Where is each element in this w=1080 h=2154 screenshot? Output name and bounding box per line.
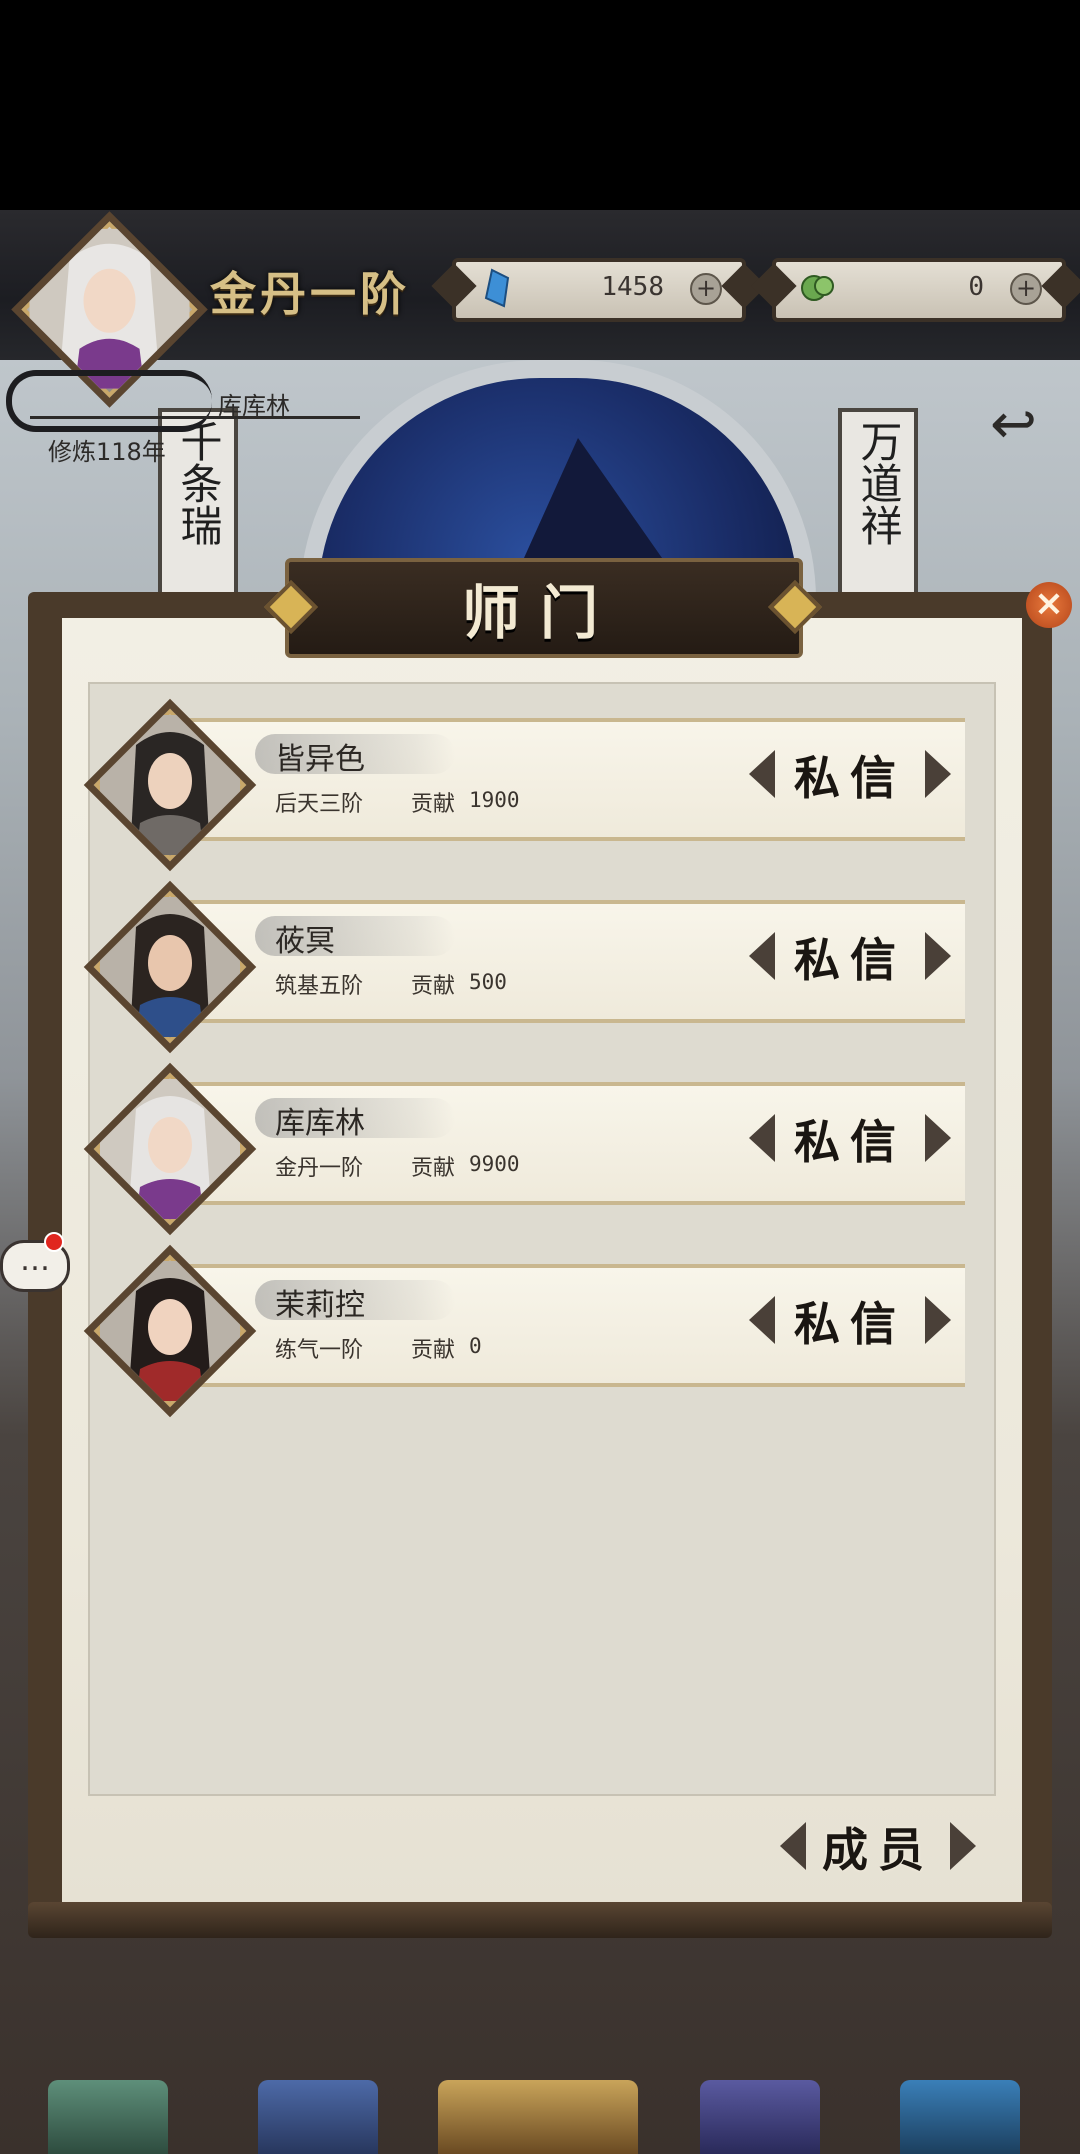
member-name: 茉莉控 [275, 1288, 365, 1323]
private-message-button[interactable]: 私信 [749, 1106, 951, 1169]
private-message-label: 私信 [794, 1297, 906, 1351]
nav-spirit-icon[interactable] [700, 2080, 820, 2154]
right-chevron-icon [950, 1822, 976, 1870]
contribution-label: 贡献 [411, 974, 456, 999]
jade-resource-bar: 0 + [772, 258, 1066, 322]
private-message-button[interactable]: 私信 [749, 924, 951, 987]
right-couplet-scroll: 万道祥 [838, 408, 918, 614]
right-chevron-icon [925, 750, 951, 798]
left-chevron-icon [780, 1822, 806, 1870]
left-chevron-icon [749, 1296, 775, 1344]
right-chevron-icon [925, 932, 951, 980]
scroll-bottom-rod [28, 1902, 1052, 1938]
contribution-label: 贡献 [411, 1338, 456, 1363]
name-divider [30, 416, 360, 419]
member-row: 皆异色 后天三阶 贡献 1900 私信 [83, 698, 975, 872]
private-message-label: 私信 [794, 1115, 906, 1169]
add-jade-button[interactable]: + [1010, 273, 1042, 305]
member-rank: 后天三阶 [275, 792, 364, 817]
member-name: 库库林 [275, 1106, 365, 1141]
left-chevron-icon [749, 750, 775, 798]
member-row: 莜冥 筑基五阶 贡献 500 私信 [83, 880, 975, 1054]
nav-book-icon[interactable] [258, 2080, 378, 2154]
contribution-label: 贡献 [411, 1156, 456, 1181]
private-message-button[interactable]: 私信 [749, 742, 951, 805]
right-chevron-icon [925, 1296, 951, 1344]
nav-treasure-icon[interactable] [900, 2080, 1020, 2154]
right-couplet-text: 万道祥 [854, 420, 903, 546]
jade-count: 0 [968, 272, 984, 302]
private-message-button[interactable]: 私信 [749, 1288, 951, 1351]
contribution-label: 贡献 [411, 792, 456, 817]
left-chevron-icon [749, 1114, 775, 1162]
right-chevron-icon [925, 1114, 951, 1162]
private-message-label: 私信 [794, 933, 906, 987]
close-dialog-button[interactable]: × [1026, 582, 1072, 628]
notification-dot [44, 1232, 64, 1252]
back-arrow-icon[interactable]: ↩ [990, 392, 1037, 457]
crystal-resource-bar: 1458 + [452, 258, 746, 322]
player-realm-title: 金丹一阶 [210, 267, 410, 321]
member-rank: 筑基五阶 [275, 974, 364, 999]
dialog-title: 师门 [461, 579, 618, 647]
contribution-value: 500 [469, 970, 507, 994]
member-row: 茉莉控 练气一阶 贡献 0 私信 [83, 1244, 975, 1418]
contribution-value: 9900 [469, 1152, 520, 1176]
member-rank: 金丹一阶 [275, 1156, 364, 1181]
green-jade-icon [801, 275, 834, 301]
left-couplet-scroll: 千条瑞 [158, 408, 238, 614]
cultivation-years: 修炼118年 [48, 438, 166, 466]
left-chevron-icon [749, 932, 775, 980]
member-name: 皆异色 [275, 742, 365, 777]
crystal-count: 1458 [601, 272, 664, 302]
member-rank: 练气一阶 [275, 1338, 364, 1363]
cloud-swirl-decoration [6, 370, 212, 432]
members-button[interactable]: 成员 [780, 1814, 976, 1877]
private-message-label: 私信 [794, 751, 906, 805]
add-crystal-button[interactable]: + [690, 273, 722, 305]
member-row: 库库林 金丹一阶 贡献 9900 私信 [83, 1062, 975, 1236]
blue-crystal-icon [484, 268, 510, 308]
contribution-value: 0 [469, 1334, 482, 1358]
nav-main-scroll-icon[interactable] [438, 2080, 638, 2154]
contribution-value: 1900 [469, 788, 520, 812]
left-couplet-text: 千条瑞 [174, 420, 223, 546]
nav-character-icon[interactable] [48, 2080, 168, 2154]
members-button-label: 成员 [822, 1823, 934, 1877]
member-name: 莜冥 [275, 924, 335, 959]
